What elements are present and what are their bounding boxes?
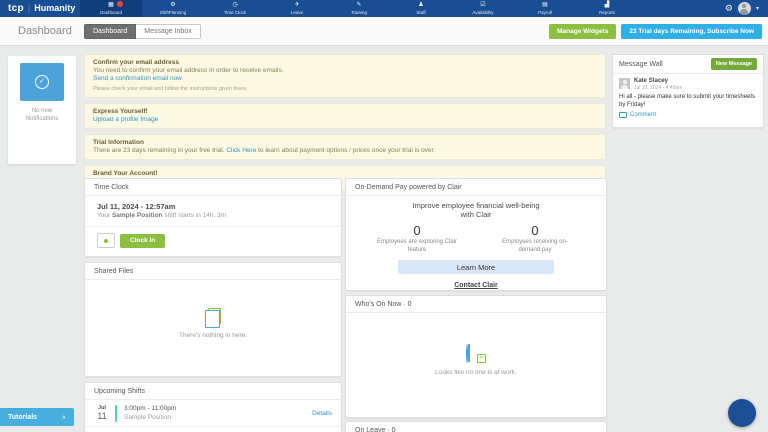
comment-bubble-icon xyxy=(619,112,627,118)
current-datetime: Jul 11, 2024 - 12:57am xyxy=(97,202,329,211)
brand-logo[interactable]: tcp | Humanity xyxy=(0,3,80,14)
status-dot-icon xyxy=(104,239,108,243)
on-leave-title: On Leave · 0 xyxy=(346,422,606,432)
tutorials-panel-toggle[interactable]: Tutorials ∧ xyxy=(0,408,74,426)
upload-profile-image-link[interactable]: Upload a profile Image xyxy=(93,116,597,124)
shiftplanning-icon: ⚙ xyxy=(170,2,175,9)
humanity-logo: Humanity xyxy=(34,3,75,13)
availability-icon: ☑ xyxy=(480,2,485,9)
clock-in-button[interactable]: Clock In xyxy=(120,234,165,248)
tab-message-inbox[interactable]: Message Inbox xyxy=(136,24,200,39)
send-confirmation-email-link[interactable]: Send a confirmation email now xyxy=(93,75,597,83)
payroll-icon: ▤ xyxy=(542,2,548,9)
post-text: Hi all - please make sure to submit your… xyxy=(619,94,757,109)
user-menu-caret-icon[interactable]: ▾ xyxy=(756,5,759,12)
shared-files-empty-text: There's nothing in here. xyxy=(179,332,247,339)
top-navbar: tcp | Humanity ▦ Dashboard ⚙ ShiftPlanni… xyxy=(0,0,768,17)
whos-on-now-widget: Who's On Now · 0 ✕ Looks like no one is … xyxy=(345,295,607,418)
comment-link[interactable]: Comment xyxy=(619,112,757,122)
settings-gear-icon[interactable]: ⚙ xyxy=(725,4,733,13)
shared-files-title: Shared Files xyxy=(85,263,341,280)
nav-item-shiftplanning[interactable]: ⚙ ShiftPlanning xyxy=(142,0,204,17)
shift-row: Jul 11 3:00pm - 11:00pm Sample Position … xyxy=(85,400,341,427)
post-timestamp: Jul 10, 2024 - 4:49am xyxy=(634,85,682,91)
poster-avatar[interactable] xyxy=(619,78,630,89)
shift-date: Jul 11 xyxy=(94,405,110,421)
no-one-badge-icon: ✕ xyxy=(477,354,486,363)
leave-icon: ✈ xyxy=(294,2,299,9)
upcoming-shifts-widget: Upcoming Shifts Jul 11 3:00pm - 11:00pm … xyxy=(84,382,342,432)
contact-clair-link[interactable]: Contact Clair xyxy=(454,282,498,289)
user-avatar[interactable] xyxy=(738,2,751,15)
tutorials-label: Tutorials xyxy=(8,414,37,421)
on-leave-widget: On Leave · 0 xyxy=(345,421,607,432)
time-clock-widget: Time Clock Jul 11, 2024 - 12:57am Your S… xyxy=(84,178,342,257)
stat-exploring: 0 Employees are exploring Clair feature xyxy=(367,223,467,254)
wall-post: Kate Stacey Jul 10, 2024 - 4:49am Hi all… xyxy=(613,74,763,122)
post-author[interactable]: Kate Stacey xyxy=(634,78,682,85)
message-wall-widget: Message Wall New Message Kate Stacey Jul… xyxy=(612,54,764,128)
notice-confirm-email: Confirm your email address You need to c… xyxy=(84,54,606,98)
dashboard-icon: ▦ xyxy=(108,2,114,9)
clock-status-toggle[interactable] xyxy=(97,233,115,248)
header-actions: Manage Widgets 23 Trial days Remaining, … xyxy=(549,24,768,39)
manage-widgets-button[interactable]: Manage Widgets xyxy=(549,24,616,39)
odp-headline: Improve employee financial well-being wi… xyxy=(346,201,606,219)
shift-accent-bar xyxy=(115,405,117,422)
nav-item-payroll[interactable]: ▤ Payroll xyxy=(514,0,576,17)
next-shift-info: Your Sample Position shift starts in 14h… xyxy=(97,211,329,220)
whos-on-empty-text: Looks like no one is at work. xyxy=(435,369,517,376)
time-clock-title: Time Clock xyxy=(85,179,341,196)
timeclock-icon: ◷ xyxy=(232,2,237,9)
nav-item-leave[interactable]: ✈ Leave xyxy=(266,0,328,17)
notice-list: Confirm your email address You need to c… xyxy=(84,54,606,196)
help-chat-fab[interactable] xyxy=(728,399,756,427)
nav-item-dashboard[interactable]: ▦ Dashboard xyxy=(80,0,142,17)
trial-subscribe-button[interactable]: 23 Trial days Remaining, Subscribe Now xyxy=(621,24,762,39)
notice-trial-information: Trial Information There are 23 days rema… xyxy=(84,134,606,160)
message-wall-title: Message Wall xyxy=(619,61,663,68)
main-nav: ▦ Dashboard ⚙ ShiftPlanning ◷ Time Clock… xyxy=(80,0,638,17)
tab-dashboard[interactable]: Dashboard xyxy=(84,24,136,39)
divider xyxy=(85,226,341,227)
trial-click-here-link[interactable]: Click Here xyxy=(226,147,256,154)
upcoming-shifts-title: Upcoming Shifts xyxy=(85,383,341,400)
on-demand-pay-title: On-Demand Pay powered by Clair xyxy=(346,179,606,196)
notifications-empty-text: No new Notifications xyxy=(19,107,65,123)
shared-files-widget: Shared Files There's nothing in here. xyxy=(84,262,342,377)
odp-stats: 0 Employees are exploring Clair feature … xyxy=(358,223,594,254)
tcp-logo: tcp xyxy=(8,3,24,14)
nav-item-timeclock[interactable]: ◷ Time Clock xyxy=(204,0,266,17)
learn-more-button[interactable]: Learn More xyxy=(398,260,554,274)
page-title: Dashboard xyxy=(0,25,84,37)
person-icon: ✕ xyxy=(466,345,486,362)
page-header: Dashboard Dashboard Message Inbox Manage… xyxy=(0,17,768,46)
notification-badge xyxy=(117,1,123,7)
humanity-dashboard-page: tcp | Humanity ▦ Dashboard ⚙ ShiftPlanni… xyxy=(0,0,768,432)
nav-item-staff[interactable]: ♟ Staff xyxy=(390,0,452,17)
shift-row: Jul 12 3:00pm - 11:00pm Sample Position xyxy=(85,427,341,432)
nav-item-reports[interactable]: ▟ Reports xyxy=(576,0,638,17)
on-demand-pay-widget: On-Demand Pay powered by Clair Improve e… xyxy=(345,178,607,291)
check-circle-icon: ✓ xyxy=(35,75,49,89)
documents-icon xyxy=(205,308,221,326)
notifications-card: ✓ No new Notifications xyxy=(8,56,76,164)
shift-details-link[interactable]: Details xyxy=(312,410,332,417)
dashboard-tabs: Dashboard Message Inbox xyxy=(84,24,201,39)
notice-express-yourself: Express Yourself! Upload a profile Image xyxy=(84,103,606,129)
notifications-status: ✓ xyxy=(20,63,64,101)
chevron-up-icon: ∧ xyxy=(62,414,66,421)
stat-receiving: 0 Employees receiving on-demand pay xyxy=(485,223,585,254)
training-icon: ✎ xyxy=(356,2,361,9)
nav-item-availability[interactable]: ☑ Availability xyxy=(452,0,514,17)
nav-item-training[interactable]: ✎ Training xyxy=(328,0,390,17)
reports-icon: ▟ xyxy=(605,2,610,9)
whos-on-now-title: Who's On Now · 0 xyxy=(346,296,606,313)
nav-right-controls: ⚙ ▾ xyxy=(725,2,768,15)
new-message-button[interactable]: New Message xyxy=(711,58,757,70)
staff-icon: ♟ xyxy=(418,2,423,9)
logo-divider: | xyxy=(28,3,30,13)
